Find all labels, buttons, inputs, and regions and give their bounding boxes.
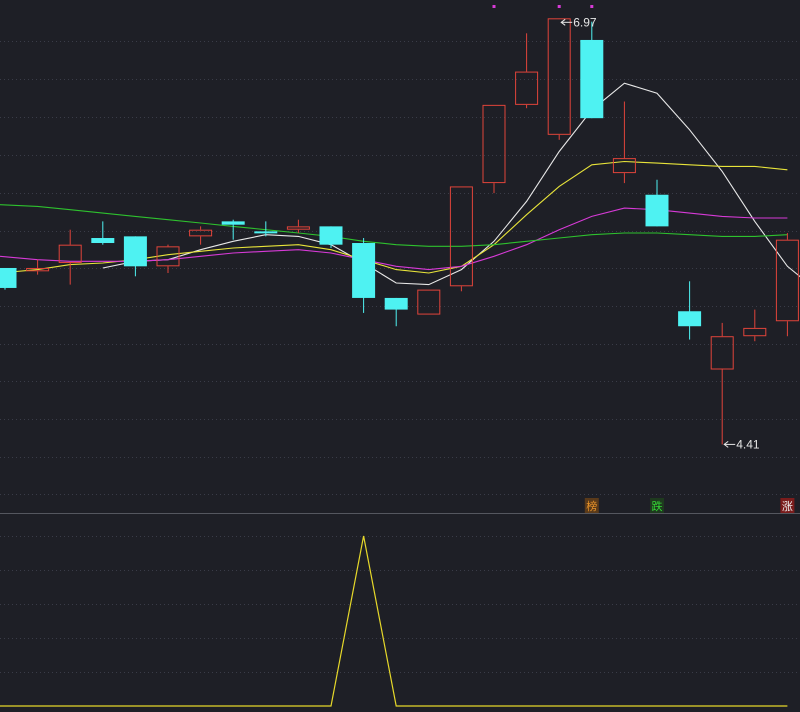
signal-marker [557,5,561,8]
candle-body [678,311,702,327]
tag-label: 跌 [652,499,663,513]
signal-marker [492,5,496,8]
candle-body [91,238,115,244]
candle-body [221,221,245,225]
chart-background [0,0,800,712]
candle-body [645,194,669,227]
candle-body [580,39,604,119]
candle-body [123,236,147,267]
price-label: 6.97 [573,15,597,29]
tag-label: 涨 [782,500,793,513]
candle-body [352,243,376,298]
candle [0,267,17,290]
candle-body [254,231,278,234]
candle-body [319,226,343,245]
price-label: 4.41 [736,437,760,451]
candle-body [0,267,17,288]
signal-marker [590,5,594,8]
tag-label: 榜 [586,499,597,513]
candle-body [384,297,408,310]
stock-chart: 6.97 4.41 榜 跌 涨 [0,0,800,712]
